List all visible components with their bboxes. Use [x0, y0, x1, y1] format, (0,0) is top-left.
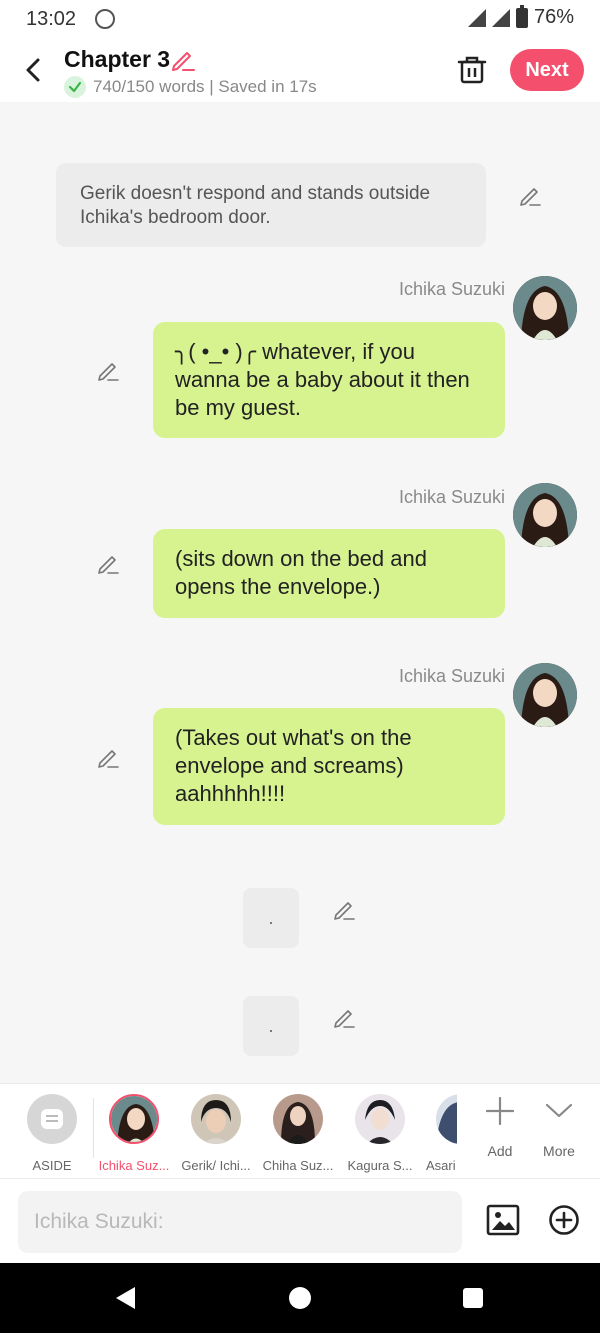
edit-icon[interactable]	[96, 745, 120, 769]
avatar[interactable]	[513, 276, 577, 340]
speaker-name: Ichika Suzuki	[398, 279, 505, 299]
aside-icon	[27, 1094, 77, 1144]
character-avatar	[191, 1094, 241, 1144]
signal-icon	[467, 8, 486, 27]
add-label: Add	[487, 1143, 513, 1159]
status-time: 13:02	[26, 8, 77, 30]
battery-icon	[515, 4, 528, 28]
signal-icon-2	[491, 8, 510, 27]
chapter-title: Chapter 3	[64, 46, 171, 72]
nav-recents-icon[interactable]	[463, 1288, 483, 1308]
character-avatar	[273, 1094, 323, 1144]
chat-area[interactable]: Gerik doesn't respond and stands outside…	[0, 102, 600, 1083]
character-avatar	[436, 1094, 457, 1144]
character-avatar	[355, 1094, 405, 1144]
edit-icon[interactable]	[332, 1005, 356, 1029]
character-asari[interactable]: Asari	[421, 1094, 457, 1173]
character-ichika[interactable]: Ichika Suz...	[93, 1094, 175, 1173]
character-name: Ichika Suz...	[98, 1158, 170, 1173]
trash-icon[interactable]	[456, 54, 488, 86]
message-input[interactable]	[18, 1191, 462, 1253]
character-chiha[interactable]: Chiha Suz...	[257, 1094, 339, 1173]
avatar[interactable]	[513, 483, 577, 547]
character-bar: ASIDE Ichika Suz... Gerik/ Ichi... Chiha…	[0, 1083, 600, 1178]
next-button[interactable]: Next	[510, 49, 584, 91]
add-character-button[interactable]: Add	[470, 1096, 530, 1159]
aside-button[interactable]: ASIDE	[11, 1094, 93, 1173]
avatar-image	[513, 483, 577, 547]
plus-icon	[485, 1096, 515, 1126]
character-gerik[interactable]: Gerik/ Ichi...	[175, 1094, 257, 1173]
character-name: Kagura S...	[347, 1158, 413, 1173]
status-bar: 13:02 76%	[0, 0, 600, 40]
edit-icon[interactable]	[332, 897, 356, 921]
system-nav-bar	[0, 1263, 600, 1333]
more-label: More	[543, 1143, 575, 1159]
avatar[interactable]	[513, 663, 577, 727]
character-name: Asari	[426, 1158, 456, 1173]
nav-back-icon[interactable]	[113, 1285, 139, 1311]
input-bar	[0, 1178, 600, 1263]
empty-message-bubble[interactable]: .	[243, 888, 299, 948]
whatsapp-icon	[95, 9, 115, 29]
check-icon	[64, 76, 86, 98]
character-name: Gerik/ Ichi...	[181, 1158, 251, 1173]
more-button[interactable]: More	[529, 1096, 589, 1159]
aside-label: ASIDE	[32, 1158, 72, 1173]
avatar-image	[513, 276, 577, 340]
word-count-saved: 740/150 words | Saved in 17s	[93, 77, 317, 96]
status-indicators: 76%	[467, 4, 574, 29]
nav-home-icon[interactable]	[289, 1287, 311, 1309]
save-status: 740/150 words | Saved in 17s	[64, 76, 317, 98]
avatar-image	[513, 663, 577, 727]
chevron-down-icon	[545, 1103, 573, 1118]
aside-bubble[interactable]: Gerik doesn't respond and stands outside…	[56, 163, 486, 247]
speaker-name: Ichika Suzuki	[398, 487, 505, 507]
battery-percent: 76%	[533, 6, 574, 28]
character-name: Chiha Suz...	[262, 1158, 334, 1173]
back-icon[interactable]	[18, 52, 50, 88]
edit-icon[interactable]	[518, 183, 542, 207]
title-edit-icon[interactable]	[170, 46, 196, 72]
plus-circle-icon[interactable]	[548, 1204, 580, 1236]
edit-icon[interactable]	[96, 358, 120, 382]
speaker-name: Ichika Suzuki	[398, 666, 505, 686]
empty-message-bubble[interactable]: .	[243, 996, 299, 1056]
character-kagura[interactable]: Kagura S...	[339, 1094, 421, 1173]
image-icon[interactable]	[486, 1203, 520, 1237]
message-bubble[interactable]: (sits down on the bed and opens the enve…	[153, 529, 505, 618]
message-bubble[interactable]: ╮( •_• )╭ whatever, if you wanna be a ba…	[153, 322, 505, 438]
edit-icon[interactable]	[96, 551, 120, 575]
message-bubble[interactable]: (Takes out what's on the envelope and sc…	[153, 708, 505, 825]
character-avatar	[109, 1094, 159, 1144]
header: Chapter 3 740/150 words | Saved in 17s N…	[0, 40, 600, 102]
